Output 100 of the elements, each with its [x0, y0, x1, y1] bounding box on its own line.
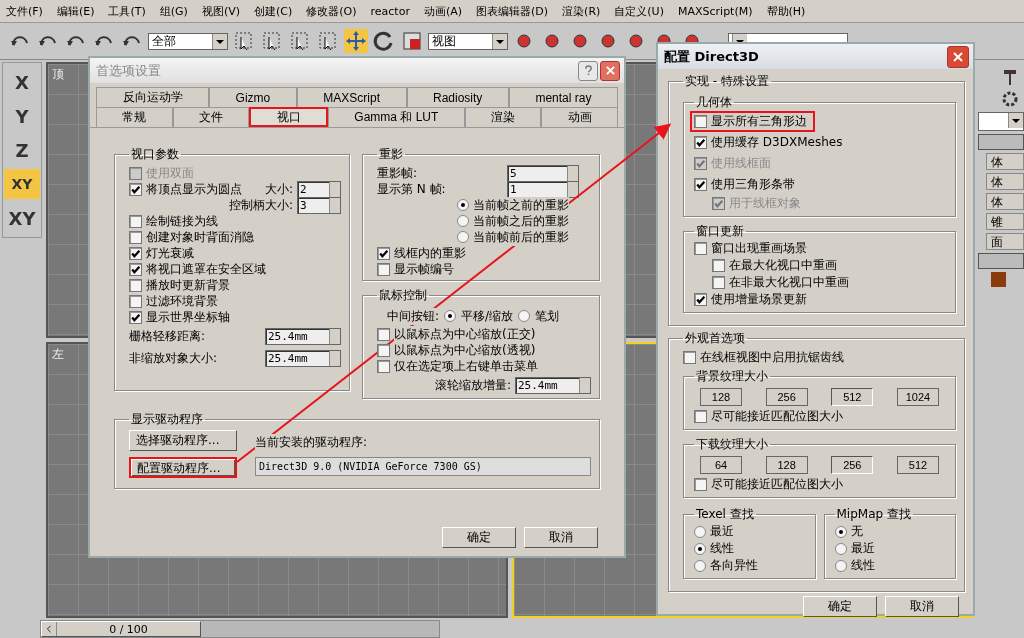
checkbox[interactable]	[129, 182, 142, 196]
checkbox[interactable]	[129, 262, 142, 276]
radio-button[interactable]	[457, 215, 469, 227]
dialog-button[interactable]: 确定	[442, 527, 516, 548]
object-type-button[interactable]: 面	[986, 233, 1024, 250]
checkbox[interactable]	[129, 278, 142, 292]
radio-button[interactable]	[694, 542, 706, 555]
axis-button[interactable]: Y	[4, 101, 40, 131]
checkbox[interactable]	[377, 262, 390, 276]
axis-button[interactable]: Z	[4, 135, 40, 165]
radio-button[interactable]	[694, 525, 706, 538]
scale-icon[interactable]	[400, 29, 424, 53]
texture-size-button[interactable]: 128	[700, 388, 742, 406]
checkbox[interactable]	[694, 178, 707, 191]
texture-size-button[interactable]: 128	[765, 456, 808, 474]
dialog-button[interactable]: 取消	[524, 527, 598, 548]
object-type-button[interactable]: 锥	[986, 213, 1024, 230]
checkbox[interactable]	[694, 115, 707, 128]
checkbox[interactable]	[712, 276, 725, 289]
menu-item[interactable]: 组(G)	[159, 3, 188, 19]
gear-icon[interactable]	[1000, 89, 1020, 109]
menu-item[interactable]: 编辑(E)	[56, 3, 95, 19]
radio-button[interactable]	[444, 310, 457, 322]
menu-item[interactable]: 自定义(U)	[614, 3, 664, 19]
checkbox[interactable]	[694, 136, 707, 149]
axis-button[interactable]: XY	[4, 203, 40, 233]
tab[interactable]: 动画	[541, 107, 619, 127]
driver-button[interactable]: 选择驱动程序...	[129, 430, 237, 451]
driver-button[interactable]: 配置驱动程序...	[129, 457, 237, 478]
texture-size-button[interactable]: 64	[700, 456, 742, 474]
checkbox[interactable]	[694, 410, 707, 423]
dialog-button[interactable]: 取消	[885, 596, 959, 617]
spinner-field[interactable]: 25.4mm	[265, 327, 341, 345]
dialog-button[interactable]: 确定	[803, 596, 877, 617]
spinner-field[interactable]: 25.4mm	[265, 349, 341, 367]
panel-rollout-bar[interactable]	[978, 134, 1024, 150]
texture-size-button[interactable]: 1024	[896, 388, 939, 406]
menu-item[interactable]: 修改器(O)	[306, 3, 357, 19]
menu-item[interactable]: 工具(T)	[108, 3, 146, 19]
menu-item[interactable]: 渲染(R)	[562, 3, 601, 19]
time-slider-thumb[interactable]: 0 / 100	[41, 621, 201, 637]
checkbox[interactable]	[129, 246, 142, 260]
checkbox[interactable]	[377, 246, 390, 260]
tab[interactable]: MAXScript	[296, 87, 407, 107]
axis-button[interactable]: XY	[4, 169, 40, 199]
checkbox[interactable]	[129, 214, 142, 228]
color-swatch[interactable]	[991, 272, 1006, 287]
radio-button[interactable]	[834, 559, 847, 572]
texture-size-button[interactable]: 256	[831, 456, 874, 474]
tab[interactable]: 视口	[249, 107, 328, 127]
object-type-button[interactable]: 体	[986, 153, 1024, 170]
tab[interactable]: 渲染	[464, 107, 542, 127]
radio-button[interactable]	[834, 542, 847, 555]
checkbox[interactable]	[694, 293, 707, 306]
selection-filter-dropdown[interactable]: 全部	[148, 32, 228, 50]
checkbox[interactable]	[129, 294, 142, 308]
move-icon[interactable]	[344, 29, 368, 53]
radio-button[interactable]	[457, 199, 469, 211]
menu-item[interactable]: 帮助(H)	[766, 3, 806, 19]
tab[interactable]: 常规	[96, 107, 173, 127]
checkbox[interactable]	[683, 351, 696, 364]
checkbox[interactable]	[712, 259, 725, 272]
menu-item[interactable]: MAXScript(M)	[677, 4, 753, 18]
tab[interactable]: mental ray	[508, 87, 618, 107]
checkbox[interactable]	[377, 343, 390, 357]
panel-rollout-bar[interactable]	[978, 253, 1024, 269]
spinner-field[interactable]: 25.4mm	[515, 376, 591, 394]
spinner-field[interactable]: 5	[507, 164, 579, 182]
tab[interactable]: Gizmo	[209, 87, 297, 107]
radio-button[interactable]	[518, 310, 531, 322]
tab[interactable]: Gamma 和 LUT	[328, 107, 465, 127]
menu-item[interactable]: 创建(C)	[254, 3, 293, 19]
radio-button[interactable]	[834, 525, 847, 538]
axis-button[interactable]: X	[4, 67, 40, 97]
menu-item[interactable]: 视图(V)	[201, 3, 240, 19]
tab[interactable]: Radiosity	[406, 87, 509, 107]
texture-size-button[interactable]: 256	[765, 388, 808, 406]
checkbox[interactable]	[129, 310, 142, 324]
checkbox[interactable]	[377, 327, 390, 341]
menu-item[interactable]: 动画(A)	[423, 3, 463, 19]
menu-item[interactable]: 图表编辑器(D)	[476, 3, 549, 19]
tab[interactable]: 文件	[172, 107, 250, 127]
object-type-button[interactable]: 体	[986, 193, 1024, 210]
checkbox[interactable]	[129, 230, 142, 244]
reference-coordinate-dropdown[interactable]: 视图	[428, 32, 508, 50]
object-type-button[interactable]: 体	[986, 173, 1024, 190]
checkbox[interactable]	[694, 242, 707, 255]
radio-button[interactable]	[694, 559, 706, 572]
texture-size-button[interactable]: 512	[896, 456, 939, 474]
menu-item[interactable]: 文件(F)	[6, 3, 43, 19]
checkbox[interactable]	[377, 359, 390, 373]
radio-button[interactable]	[457, 231, 469, 243]
tab[interactable]: 反向运动学	[96, 87, 210, 107]
close-button[interactable]	[947, 45, 969, 68]
menu-item[interactable]: reactor	[370, 4, 410, 18]
checkbox[interactable]	[694, 478, 707, 491]
field-label: 栅格轻移距离:	[129, 327, 206, 345]
category-dropdown[interactable]	[978, 112, 1024, 131]
spinner-field[interactable]: 2	[297, 180, 341, 198]
texture-size-button[interactable]: 512	[831, 388, 874, 406]
